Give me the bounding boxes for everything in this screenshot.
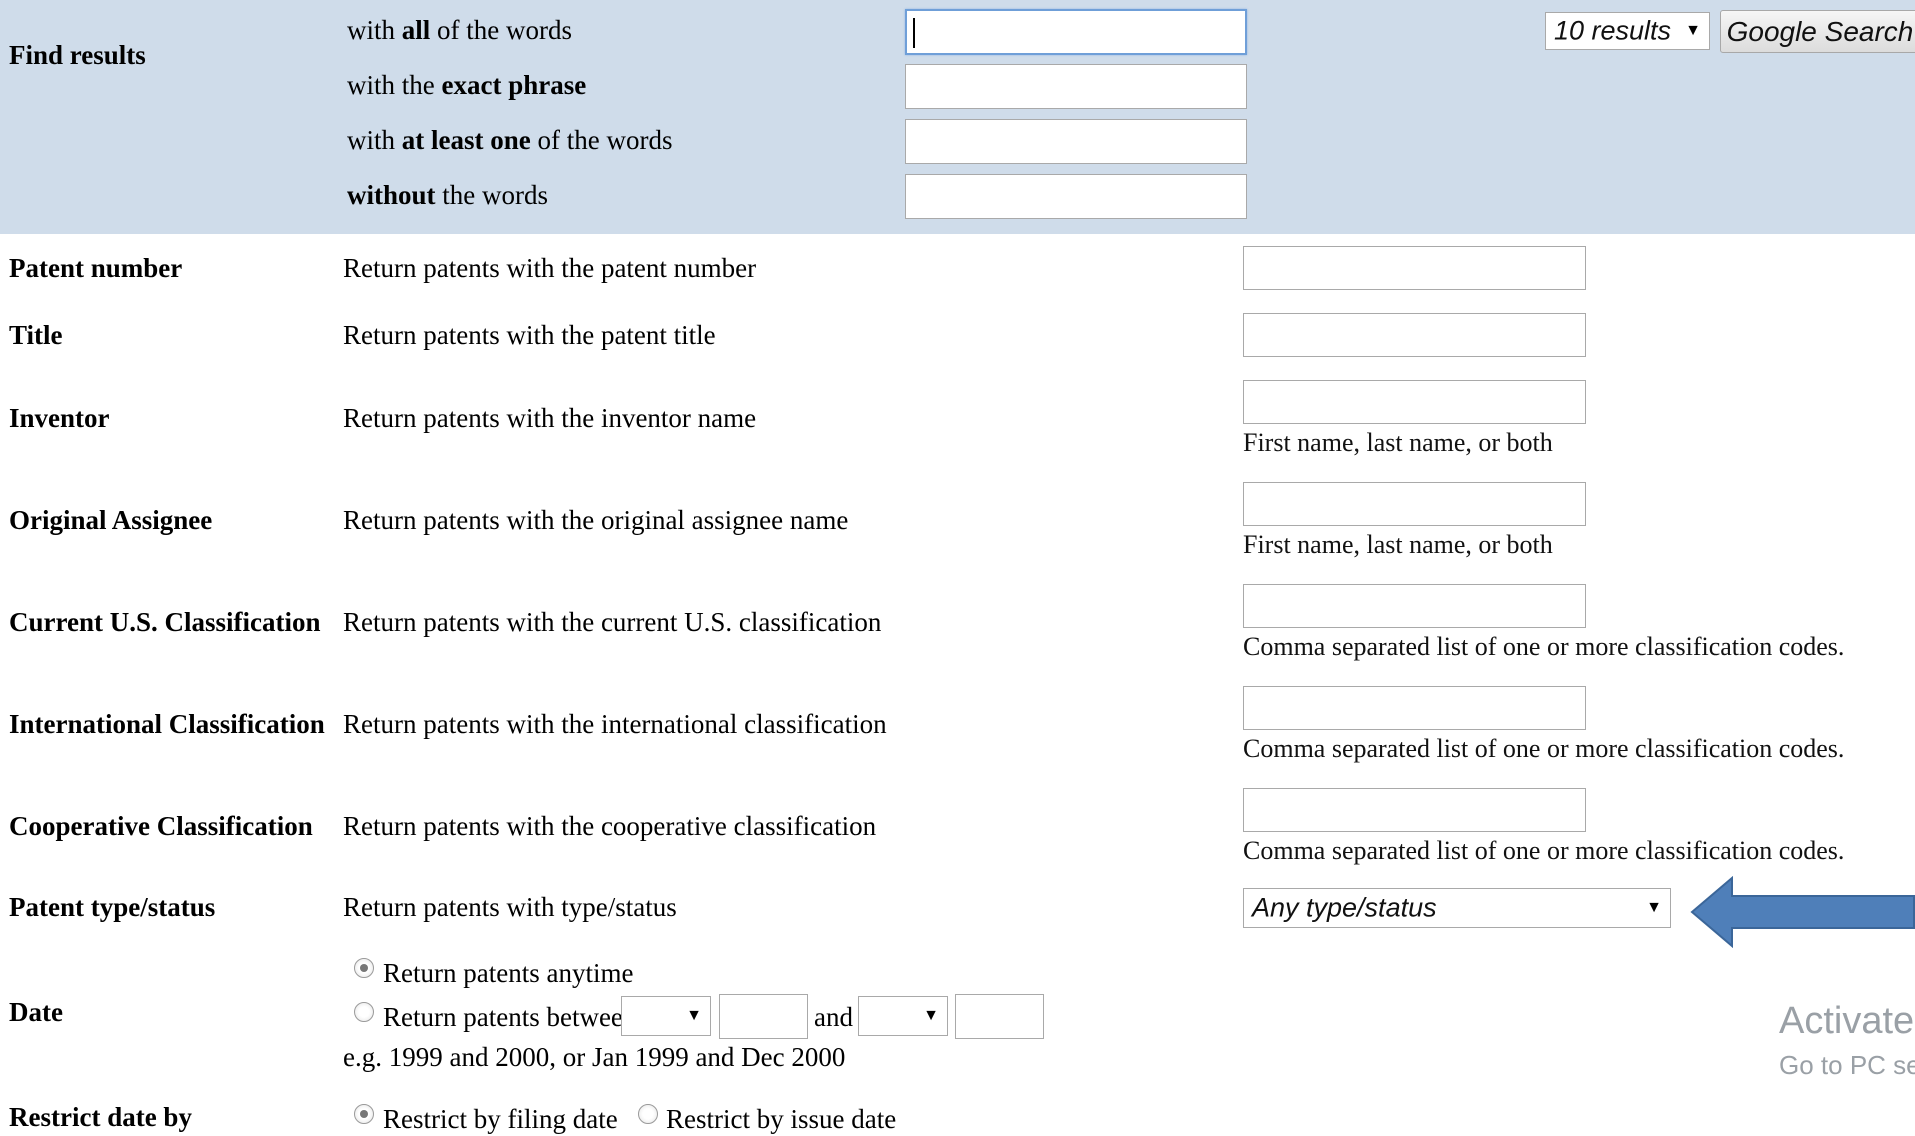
date-to-year-input[interactable]	[955, 994, 1044, 1039]
original-assignee-description: Return patents with the original assigne…	[343, 505, 849, 535]
international-classification-hint: Comma separated list of one or more clas…	[1243, 734, 1845, 763]
restrict-filing-label: Restrict by filing date	[383, 1104, 618, 1134]
inventor-description: Return patents with the inventor name	[343, 403, 757, 433]
pointer-arrow-icon	[1690, 876, 1915, 948]
date-anytime-label: Return patents anytime	[383, 958, 634, 988]
cooperative-classification-hint: Comma separated list of one or more clas…	[1243, 836, 1845, 865]
cooperative-classification-description: Return patents with the cooperative clas…	[343, 811, 877, 841]
exact-phrase-label: with the exact phrase	[347, 70, 587, 100]
restrict-issue-label: Restrict by issue date	[666, 1104, 897, 1134]
restrict-date-label: Restrict date by	[9, 1102, 192, 1132]
title-description: Return patents with the patent title	[343, 320, 716, 350]
patent-number-input[interactable]	[1243, 246, 1586, 290]
date-example-hint: e.g. 1999 and 2000, or Jan 1999 and Dec …	[343, 1042, 846, 1072]
patent-number-label: Patent number	[9, 253, 183, 283]
original-assignee-input[interactable]	[1243, 482, 1586, 526]
at-least-one-label: with at least one of the words	[347, 125, 673, 155]
all-words-input[interactable]	[905, 9, 1247, 55]
original-assignee-hint: First name, last name, or both	[1243, 530, 1553, 559]
type-status-select[interactable]: Any type/status ▼	[1243, 888, 1671, 928]
activation-watermark-subtitle: Go to PC set	[1779, 1050, 1915, 1080]
date-between-radio[interactable]	[354, 1002, 374, 1022]
date-between-label: Return patents between	[383, 1002, 637, 1032]
current-us-classification-hint: Comma separated list of one or more clas…	[1243, 632, 1845, 661]
international-classification-label: International Classification	[9, 709, 325, 739]
title-label: Title	[9, 320, 63, 350]
restrict-issue-radio[interactable]	[638, 1104, 658, 1124]
results-count-value: 10 results	[1554, 15, 1672, 46]
without-words-label: without the words	[347, 180, 548, 210]
activation-watermark-title: Activate W	[1779, 1000, 1915, 1042]
cooperative-classification-input[interactable]	[1243, 788, 1586, 832]
google-search-button[interactable]: Google Search	[1720, 10, 1915, 53]
find-results-label: Find results	[9, 40, 146, 70]
patent-type-status-label: Patent type/status	[9, 892, 216, 922]
without-words-input[interactable]	[905, 174, 1247, 219]
original-assignee-label: Original Assignee	[9, 505, 213, 535]
exact-phrase-input[interactable]	[905, 64, 1247, 109]
cooperative-classification-label: Cooperative Classification	[9, 811, 313, 841]
patent-type-status-description: Return patents with type/status	[343, 892, 677, 922]
patent-number-description: Return patents with the patent number	[343, 253, 757, 283]
inventor-hint: First name, last name, or both	[1243, 428, 1553, 457]
inventor-input[interactable]	[1243, 380, 1586, 424]
results-count-select[interactable]: 10 results ▼	[1545, 12, 1710, 50]
title-input[interactable]	[1243, 313, 1586, 357]
current-us-classification-input[interactable]	[1243, 584, 1586, 628]
date-from-year-input[interactable]	[719, 994, 808, 1039]
date-from-month-select[interactable]: ▼	[621, 996, 711, 1036]
all-words-label: with all of the words	[347, 15, 573, 45]
date-to-month-select[interactable]: ▼	[858, 996, 948, 1036]
chevron-down-icon: ▼	[923, 1007, 939, 1024]
chevron-down-icon: ▼	[1685, 22, 1701, 39]
chevron-down-icon: ▼	[1646, 899, 1662, 916]
type-status-value: Any type/status	[1252, 892, 1437, 923]
date-label: Date	[9, 997, 63, 1027]
restrict-filing-radio[interactable]	[354, 1104, 374, 1124]
date-anytime-radio[interactable]	[354, 958, 374, 978]
current-us-classification-label: Current U.S. Classification	[9, 607, 321, 637]
international-classification-description: Return patents with the international cl…	[343, 709, 887, 739]
current-us-classification-description: Return patents with the current U.S. cla…	[343, 607, 882, 637]
chevron-down-icon: ▼	[686, 1007, 702, 1024]
text-caret	[913, 18, 915, 48]
date-and-label: and	[814, 1002, 853, 1032]
inventor-label: Inventor	[9, 403, 110, 433]
international-classification-input[interactable]	[1243, 686, 1586, 730]
at-least-one-input[interactable]	[905, 119, 1247, 164]
